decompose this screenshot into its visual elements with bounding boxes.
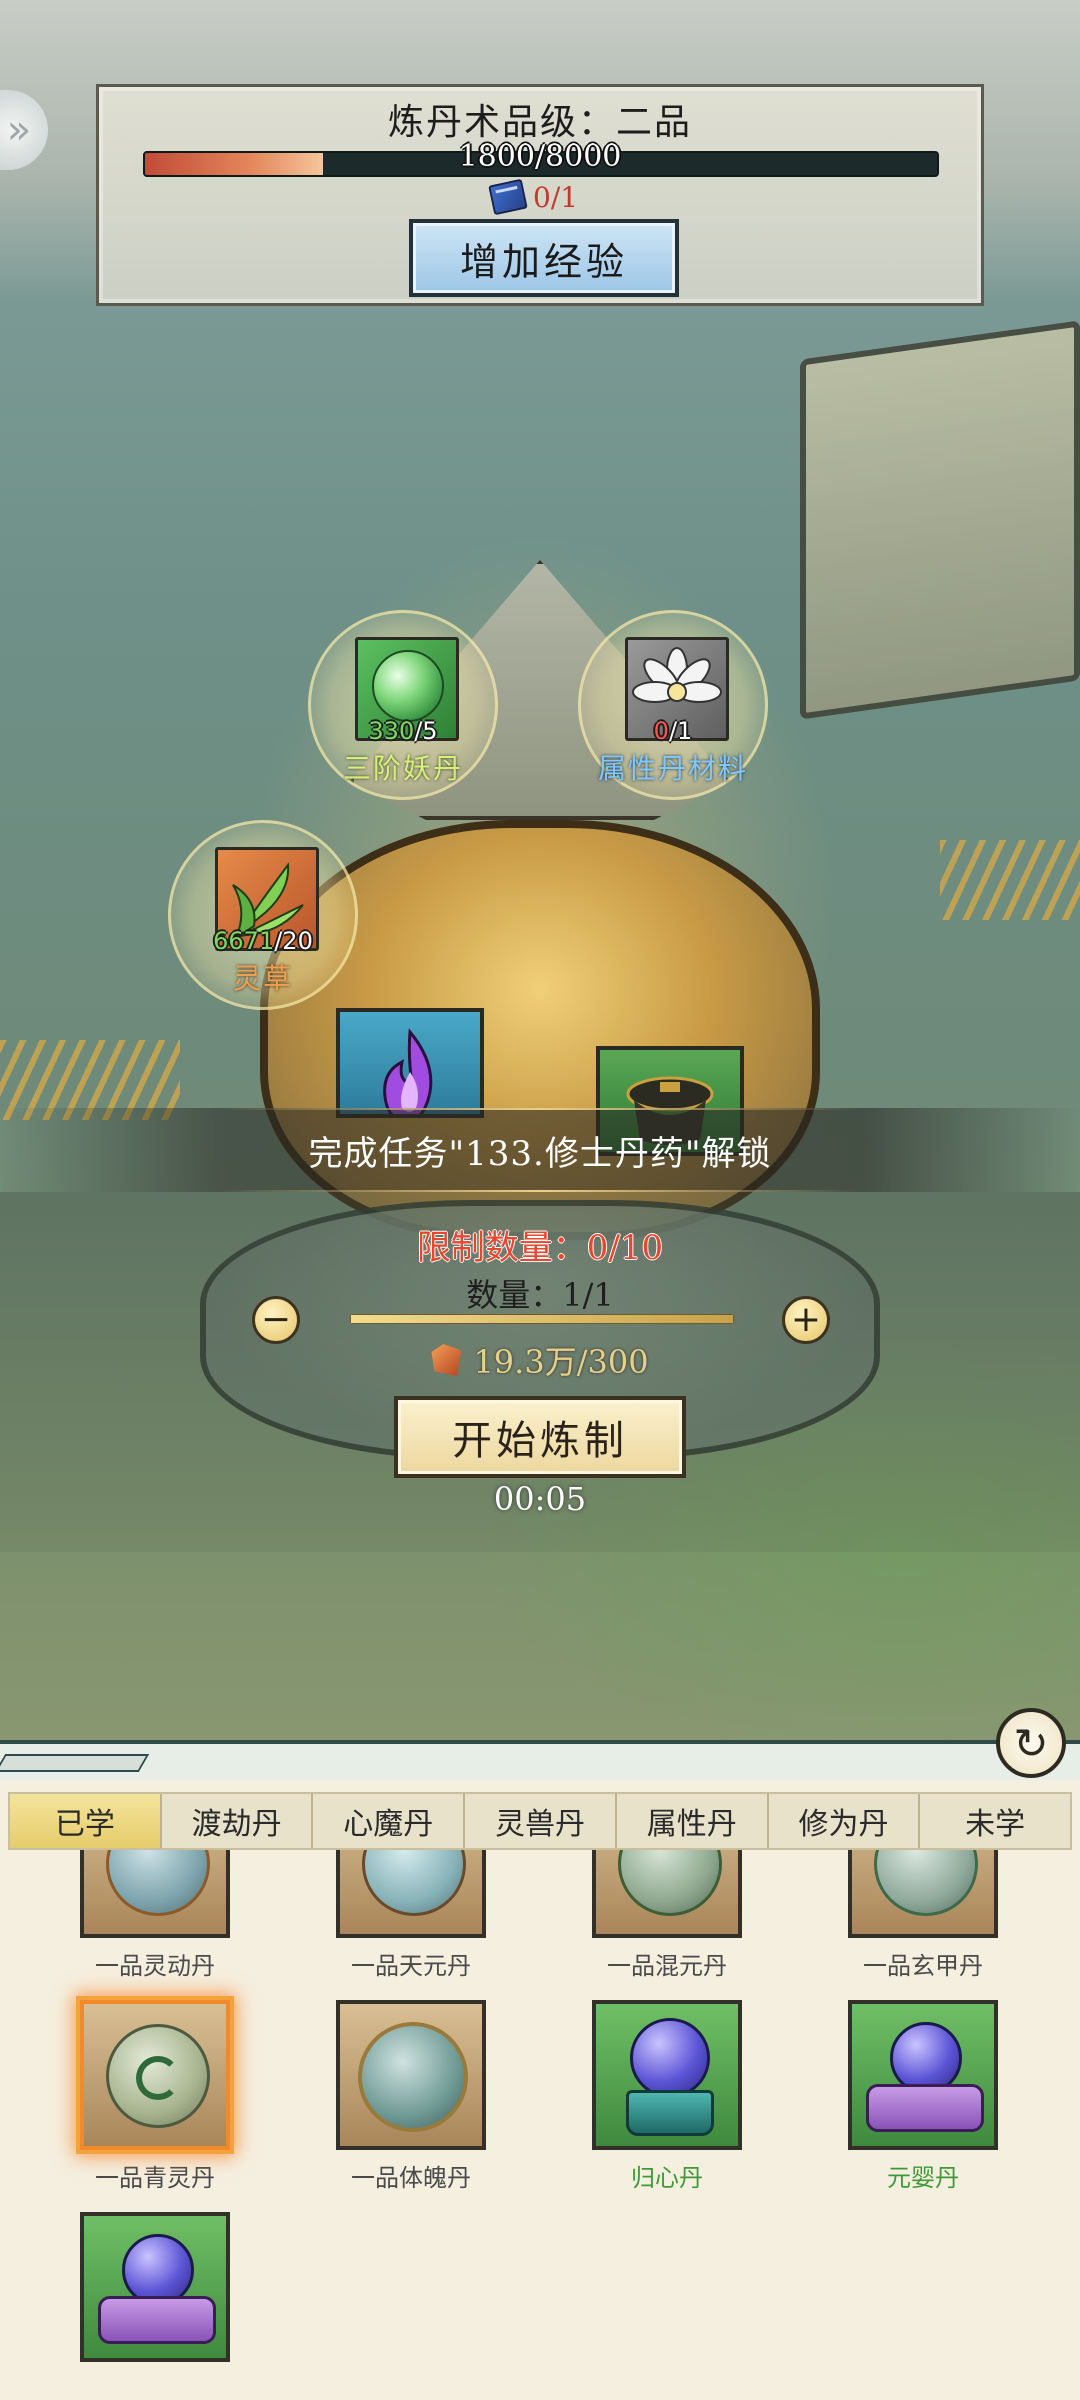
background-grass <box>940 840 1080 920</box>
plus-icon: + <box>790 1299 822 1340</box>
unlock-requirement-text: 完成任务"133.修士丹药"解锁 <box>308 1133 772 1174</box>
pill-frame <box>848 1850 998 1938</box>
exp-progress-text: 1800/8000 <box>458 139 622 174</box>
ingredient-slot[interactable]: 6671/20 灵草 <box>168 820 358 1010</box>
spirit-stone-icon <box>431 1344 462 1376</box>
ingredient-name: 三阶妖丹 <box>342 752 463 785</box>
pill-name: 一品青灵丹 <box>95 2164 215 2192</box>
cushion-icon <box>866 2084 984 2132</box>
pill-orb-icon <box>358 2022 468 2132</box>
refresh-icon: ↻ <box>1013 1718 1049 1768</box>
pill-item[interactable]: 一品混元丹 <box>592 1850 742 1981</box>
alchemy-level-panel: 炼丹术品级：二品 1800/8000 0/1 增加经验 <box>96 84 984 306</box>
pill-orb-icon <box>106 1850 210 1916</box>
pill-item[interactable]: 一品天元丹 <box>336 1850 486 1981</box>
tab-unlearned[interactable]: 未学 <box>920 1794 1070 1848</box>
exp-book-row: 0/1 <box>488 178 579 216</box>
pill-name: 一品体魄丹 <box>351 2164 471 2192</box>
tab-attribute-pill[interactable]: 属性丹 <box>617 1794 769 1848</box>
ingredient-slot[interactable]: 0/1 属性丹材料 <box>578 610 768 800</box>
tab-learned[interactable]: 已学 <box>10 1794 162 1848</box>
chevron-right-icon: » <box>6 107 32 153</box>
tab-spirit-beast-pill[interactable]: 灵兽丹 <box>465 1794 617 1848</box>
unlock-requirement-banner: 完成任务"133.修士丹药"解锁 <box>0 1108 1080 1192</box>
pill-item[interactable]: 一品玄甲丹 <box>848 1850 998 1981</box>
pill-name: 元婴丹 <box>887 2164 959 2192</box>
craft-limit-text: 限制数量：0/10 <box>416 1228 664 1268</box>
quantity-slider-fill <box>351 1315 733 1323</box>
list-panel-header <box>0 1740 1080 1780</box>
pill-item[interactable]: 归心丹 <box>592 2000 742 2193</box>
ingredient-name: 灵草 <box>232 962 293 995</box>
craft-cost-text: 19.3万/300 <box>473 1343 649 1381</box>
ingredient-slot[interactable]: 330/5 三阶妖丹 <box>308 610 498 800</box>
pill-frame <box>592 1850 742 1938</box>
pill-frame <box>80 1850 230 1938</box>
pill-orb-icon <box>874 1850 978 1916</box>
quantity-slider[interactable] <box>350 1314 734 1324</box>
pill-frame <box>80 2000 230 2150</box>
book-count: 0/1 <box>533 180 579 214</box>
pill-orb-icon <box>362 1850 466 1916</box>
tab-heart-demon-pill[interactable]: 心魔丹 <box>313 1794 466 1848</box>
book-icon <box>488 178 528 216</box>
quantity-plus-button[interactable]: + <box>782 1296 830 1344</box>
craft-timer: 00:05 <box>493 1480 587 1518</box>
quantity-minus-button[interactable]: − <box>252 1296 300 1344</box>
crystal-stand-icon <box>626 2090 714 2136</box>
ingredient-count: 6671/20 <box>213 927 313 955</box>
cushion-icon <box>98 2296 216 2344</box>
ingredient-name: 属性丹材料 <box>597 752 748 785</box>
alchemy-level-title: 炼丹术品级：二品 <box>387 102 692 143</box>
pill-frame <box>336 2000 486 2150</box>
pill-item[interactable] <box>80 2212 230 2370</box>
product-slot[interactable] <box>336 1008 484 1118</box>
refresh-button[interactable]: ↻ <box>996 1708 1066 1778</box>
tab-cultivation-pill[interactable]: 修为丹 <box>769 1794 921 1848</box>
pill-name: 一品玄甲丹 <box>863 1952 983 1980</box>
pill-name: 归心丹 <box>631 2164 703 2192</box>
green-orb-icon <box>372 650 444 722</box>
craft-cost-row: 19.3万/300 <box>0 1338 1080 1382</box>
pill-item[interactable]: 一品体魄丹 <box>336 2000 486 2193</box>
tab-tribulation-pill[interactable]: 渡劫丹 <box>162 1794 314 1848</box>
ingredient-count: 0/1 <box>653 717 693 745</box>
purple-flame-icon <box>383 1028 433 1114</box>
start-crafting-button[interactable]: 开始炼制 <box>394 1396 686 1478</box>
swirl-icon <box>136 2056 180 2100</box>
pill-name: 一品灵动丹 <box>95 1952 215 1980</box>
category-tabs: 已学 渡劫丹 心魔丹 灵兽丹 属性丹 修为丹 未学 <box>8 1792 1072 1850</box>
pill-item[interactable]: 一品灵动丹 <box>80 1850 230 1981</box>
pill-orb-icon <box>618 1850 722 1916</box>
pill-name: 一品混元丹 <box>607 1952 727 1980</box>
pill-grid: 一品灵动丹 一品天元丹 一品混元丹 一品玄甲丹 一品青灵丹 一品体魄丹 归心丹 … <box>0 1850 1080 2400</box>
craft-quantity-text: 数量：1/1 <box>466 1276 614 1314</box>
pill-frame <box>80 2212 230 2362</box>
minus-icon: − <box>260 1299 292 1340</box>
add-exp-button[interactable]: 增加经验 <box>409 219 679 297</box>
pill-frame <box>848 2000 998 2150</box>
pill-frame <box>592 2000 742 2150</box>
pill-item[interactable]: 元婴丹 <box>848 2000 998 2193</box>
pill-name: 一品天元丹 <box>351 1952 471 1980</box>
pill-frame <box>336 1850 486 1938</box>
ingredient-count: 330/5 <box>368 717 438 745</box>
crystal-ball-icon <box>630 2018 710 2098</box>
pill-item-selected[interactable]: 一品青灵丹 <box>80 2000 230 2193</box>
